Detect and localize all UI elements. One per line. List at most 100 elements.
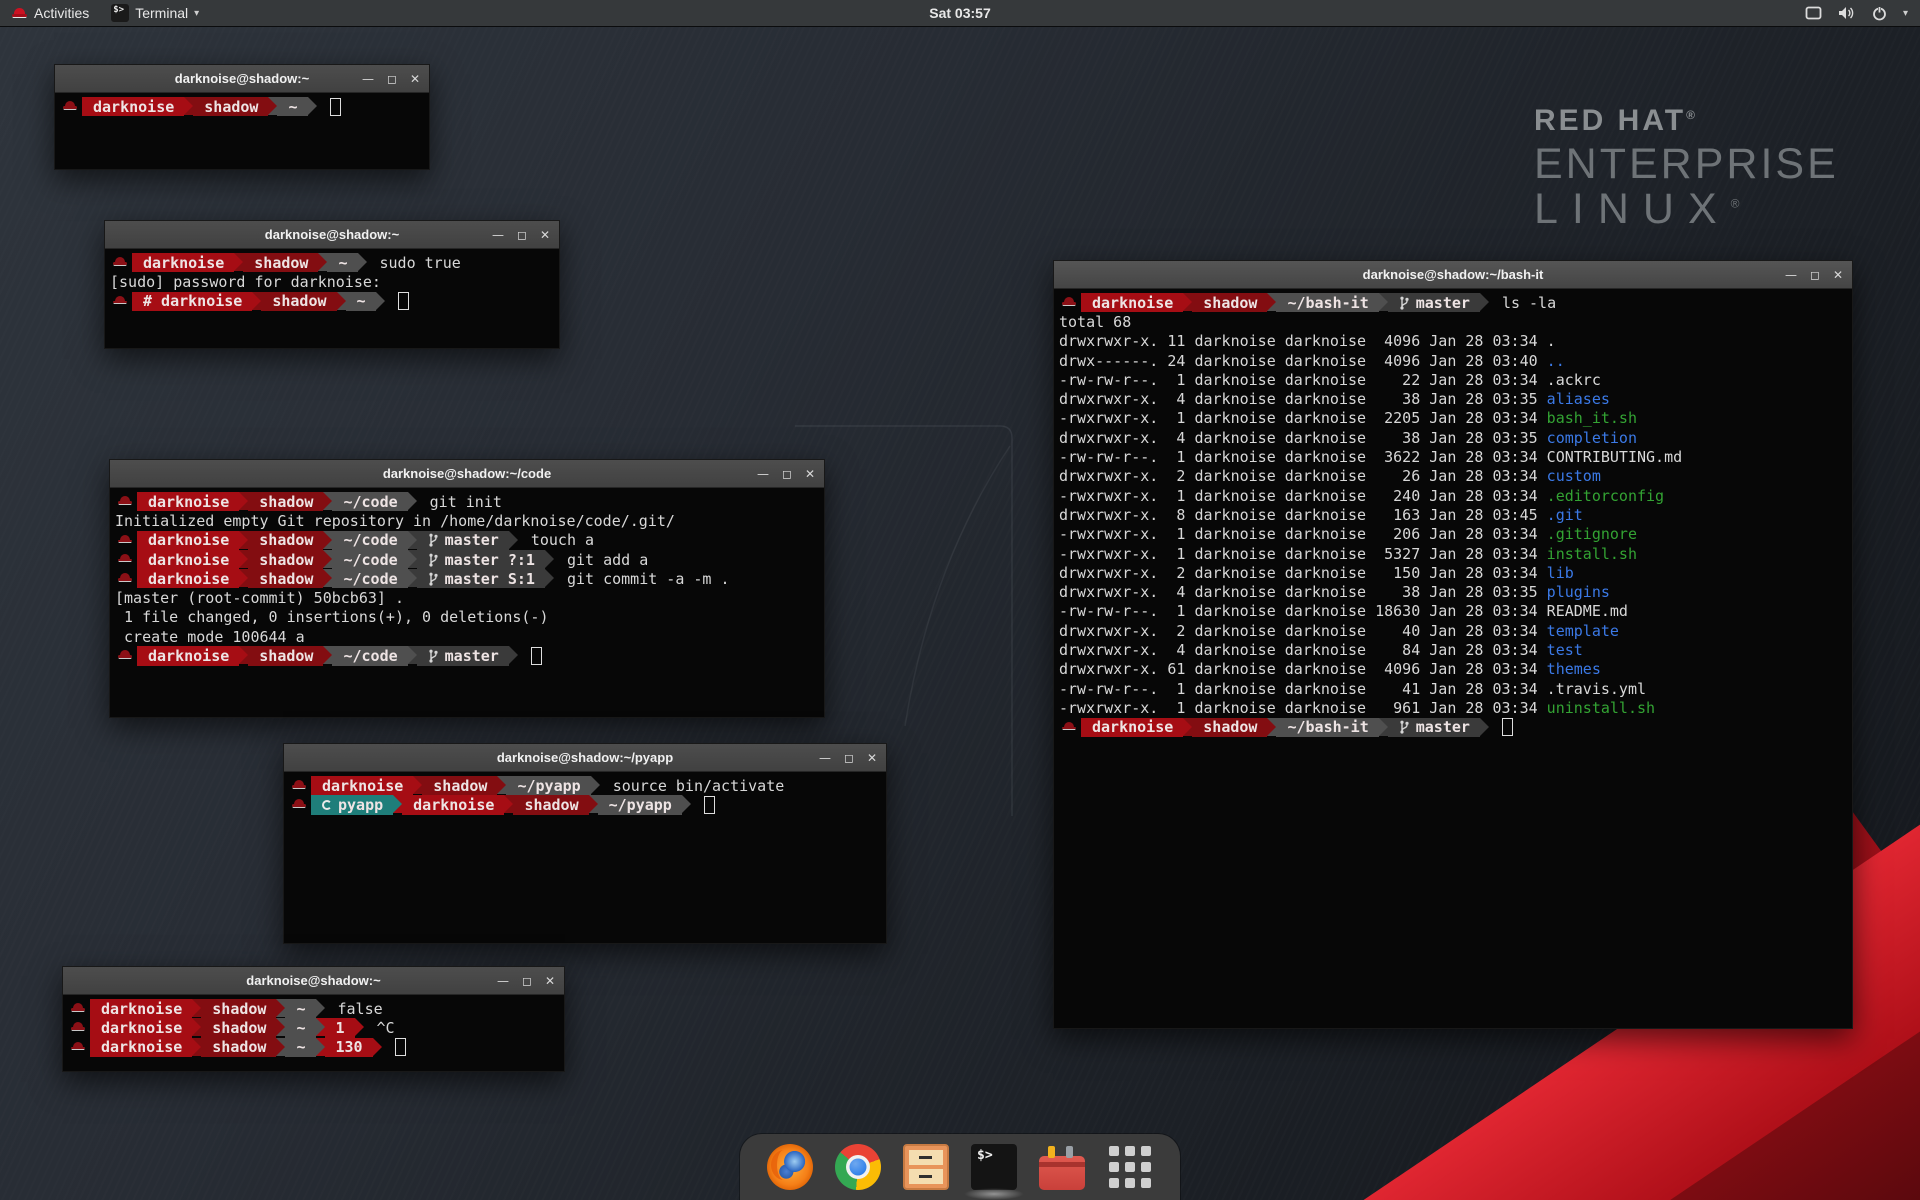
powerline-separator — [252, 292, 261, 310]
window-title: darknoise@shadow:~ — [105, 227, 559, 242]
power-icon[interactable] — [1872, 6, 1887, 21]
powerline-separator — [316, 999, 325, 1017]
volume-icon[interactable] — [1838, 6, 1856, 20]
window-titlebar[interactable]: darknoise@shadow:~/pyapp—◻✕ — [284, 744, 886, 772]
close-button[interactable]: ✕ — [410, 73, 420, 85]
maximize-button[interactable]: ◻ — [517, 229, 527, 241]
powerline-separator — [323, 492, 332, 510]
window-titlebar[interactable]: darknoise@shadow:~— ◻ ✕ — [105, 221, 559, 249]
close-button[interactable]: ✕ — [540, 229, 550, 241]
powerline-separator — [318, 253, 327, 271]
chevron-down-icon: ▾ — [194, 8, 199, 19]
prompt-segment-path: ~/pyapp — [506, 776, 590, 795]
redhat-prompt-icon — [110, 253, 132, 272]
output-text: README.md — [1547, 602, 1628, 621]
output-text: template — [1547, 621, 1619, 640]
dock-item-app-grid[interactable] — [1106, 1141, 1154, 1193]
terminal-content[interactable]: darknoiseshadow~/bash-itmasterls -latota… — [1054, 289, 1852, 737]
prompt-segment-user: darknoise — [311, 776, 413, 795]
powerline-separator — [276, 999, 285, 1017]
close-button[interactable]: ✕ — [1833, 269, 1843, 281]
terminal-line: darknoiseshadow~false — [68, 999, 564, 1018]
window-controls: — ◻ ✕ — [362, 65, 420, 92]
output-text: test — [1547, 640, 1583, 659]
window-titlebar[interactable]: darknoise@shadow:~—◻✕ — [55, 65, 429, 93]
output-text: aliases — [1547, 389, 1610, 408]
git-branch-icon — [428, 553, 439, 567]
command-text: false — [338, 999, 383, 1018]
output-text: .travis.yml — [1547, 679, 1646, 698]
terminal-window[interactable]: darknoise@shadow:~/bash-it—◻✕darknoisesh… — [1053, 260, 1853, 1029]
minimize-button[interactable]: — — [757, 468, 769, 480]
terminal-content[interactable]: darknoiseshadow~/codegit initInitialized… — [110, 488, 824, 666]
dock-item-chrome[interactable] — [834, 1141, 882, 1193]
powerline-separator — [276, 1018, 285, 1036]
output-text: .git — [1547, 505, 1583, 524]
output-text: -rwxrwxr-x. 1 darknoise darknoise 240 Ja… — [1059, 486, 1547, 505]
powerline-separator — [323, 646, 332, 664]
powerline-separator — [308, 97, 317, 115]
dock-item-files[interactable] — [902, 1141, 950, 1193]
terminal-window[interactable]: darknoise@shadow:~/code— ◻ ✕ darknoiseshado… — [109, 459, 825, 718]
minimize-button[interactable]: — — [1785, 269, 1797, 281]
powerline-separator — [239, 569, 248, 587]
git-branch-icon — [428, 572, 439, 586]
command-text: git init — [430, 492, 502, 511]
terminal-content[interactable]: darknoiseshadow~falsedarknoiseshadow~1^C… — [63, 995, 564, 1057]
terminal-line: darknoiseshadow~130 — [68, 1038, 564, 1057]
prompt-segment-host: shadow — [248, 531, 323, 550]
output-text: -rw-rw-r--. 1 darknoise darknoise 22 Jan… — [1059, 370, 1547, 389]
app-menu-terminal[interactable]: $> Terminal ▾ — [101, 0, 209, 26]
output-text: themes — [1547, 660, 1601, 679]
powerline-separator — [1267, 293, 1276, 311]
output-text: plugins — [1547, 582, 1610, 601]
prompt-segment-host: shadow — [248, 569, 323, 588]
maximize-button[interactable]: ◻ — [1810, 269, 1820, 281]
activities-button[interactable]: Activities — [0, 0, 101, 26]
minimize-button[interactable]: — — [497, 975, 509, 987]
terminal-window[interactable]: darknoise@shadow:~/pyapp—◻✕darknoiseshad… — [283, 743, 887, 944]
close-button[interactable]: ✕ — [545, 975, 555, 987]
terminal-window[interactable]: darknoise@shadow:~— ◻ ✕ darknoiseshadow~sud… — [104, 220, 560, 349]
command-text: touch a — [531, 531, 594, 550]
output-text: .gitignore — [1547, 525, 1637, 544]
minimize-button[interactable]: — — [362, 73, 374, 85]
window-title: darknoise@shadow:~ — [63, 973, 564, 988]
terminal-line: darknoiseshadow~ — [60, 97, 429, 116]
terminal-content[interactable]: darknoiseshadow~sudo true[sudo] password… — [105, 249, 559, 311]
close-button[interactable]: ✕ — [805, 468, 815, 480]
terminal-window[interactable]: darknoise@shadow:~— ◻ ✕ darknoiseshadow~fal… — [62, 966, 565, 1072]
powerline-separator — [682, 795, 691, 813]
dock-item-terminal[interactable] — [970, 1141, 1018, 1193]
maximize-button[interactable]: ◻ — [782, 468, 792, 480]
python-venv-icon — [322, 800, 332, 810]
dock-item-firefox[interactable] — [766, 1141, 814, 1193]
window-titlebar[interactable]: darknoise@shadow:~/code— ◻ ✕ — [110, 460, 824, 488]
terminal-content[interactable]: darknoiseshadow~/pyappsource bin/activat… — [284, 772, 886, 815]
maximize-button[interactable]: ◻ — [387, 73, 397, 85]
prompt-segment-user: darknoise — [402, 795, 504, 814]
minimize-button[interactable]: — — [819, 752, 831, 764]
window-titlebar[interactable]: darknoise@shadow:~— ◻ ✕ — [63, 967, 564, 995]
terminal-line: drwxrwxr-x. 4 darknoise darknoise 84 Jan… — [1059, 640, 1852, 659]
terminal-line: [master (root-commit) 50bcb63] . — [115, 588, 824, 607]
clock[interactable]: Sat 03:57 — [929, 5, 990, 21]
output-text: drwxrwxr-x. 2 darknoise darknoise 26 Jan… — [1059, 467, 1547, 486]
window-titlebar[interactable]: darknoise@shadow:~/bash-it—◻✕ — [1054, 261, 1852, 289]
prompt-segment-branch: master — [417, 646, 509, 665]
chevron-down-icon[interactable]: ▾ — [1903, 8, 1908, 19]
prompt-segment-branch: master — [1388, 718, 1480, 737]
window-title: darknoise@shadow:~/code — [110, 466, 824, 481]
terminal-window[interactable]: darknoise@shadow:~—◻✕darknoiseshadow~ — [54, 64, 430, 170]
display-icon[interactable] — [1805, 6, 1822, 20]
terminal-content[interactable]: darknoiseshadow~ — [55, 93, 429, 116]
maximize-button[interactable]: ◻ — [844, 752, 854, 764]
dock-item-toolbox[interactable] — [1038, 1141, 1086, 1193]
minimize-button[interactable]: — — [492, 229, 504, 241]
window-controls: — ◻ ✕ — [757, 460, 815, 487]
output-text: drwxrwxr-x. 2 darknoise darknoise 40 Jan… — [1059, 621, 1547, 640]
maximize-button[interactable]: ◻ — [522, 975, 532, 987]
terminal-line: [sudo] password for darknoise: — [110, 272, 559, 291]
close-button[interactable]: ✕ — [867, 752, 877, 764]
terminal-line: create mode 100644 a — [115, 627, 824, 646]
